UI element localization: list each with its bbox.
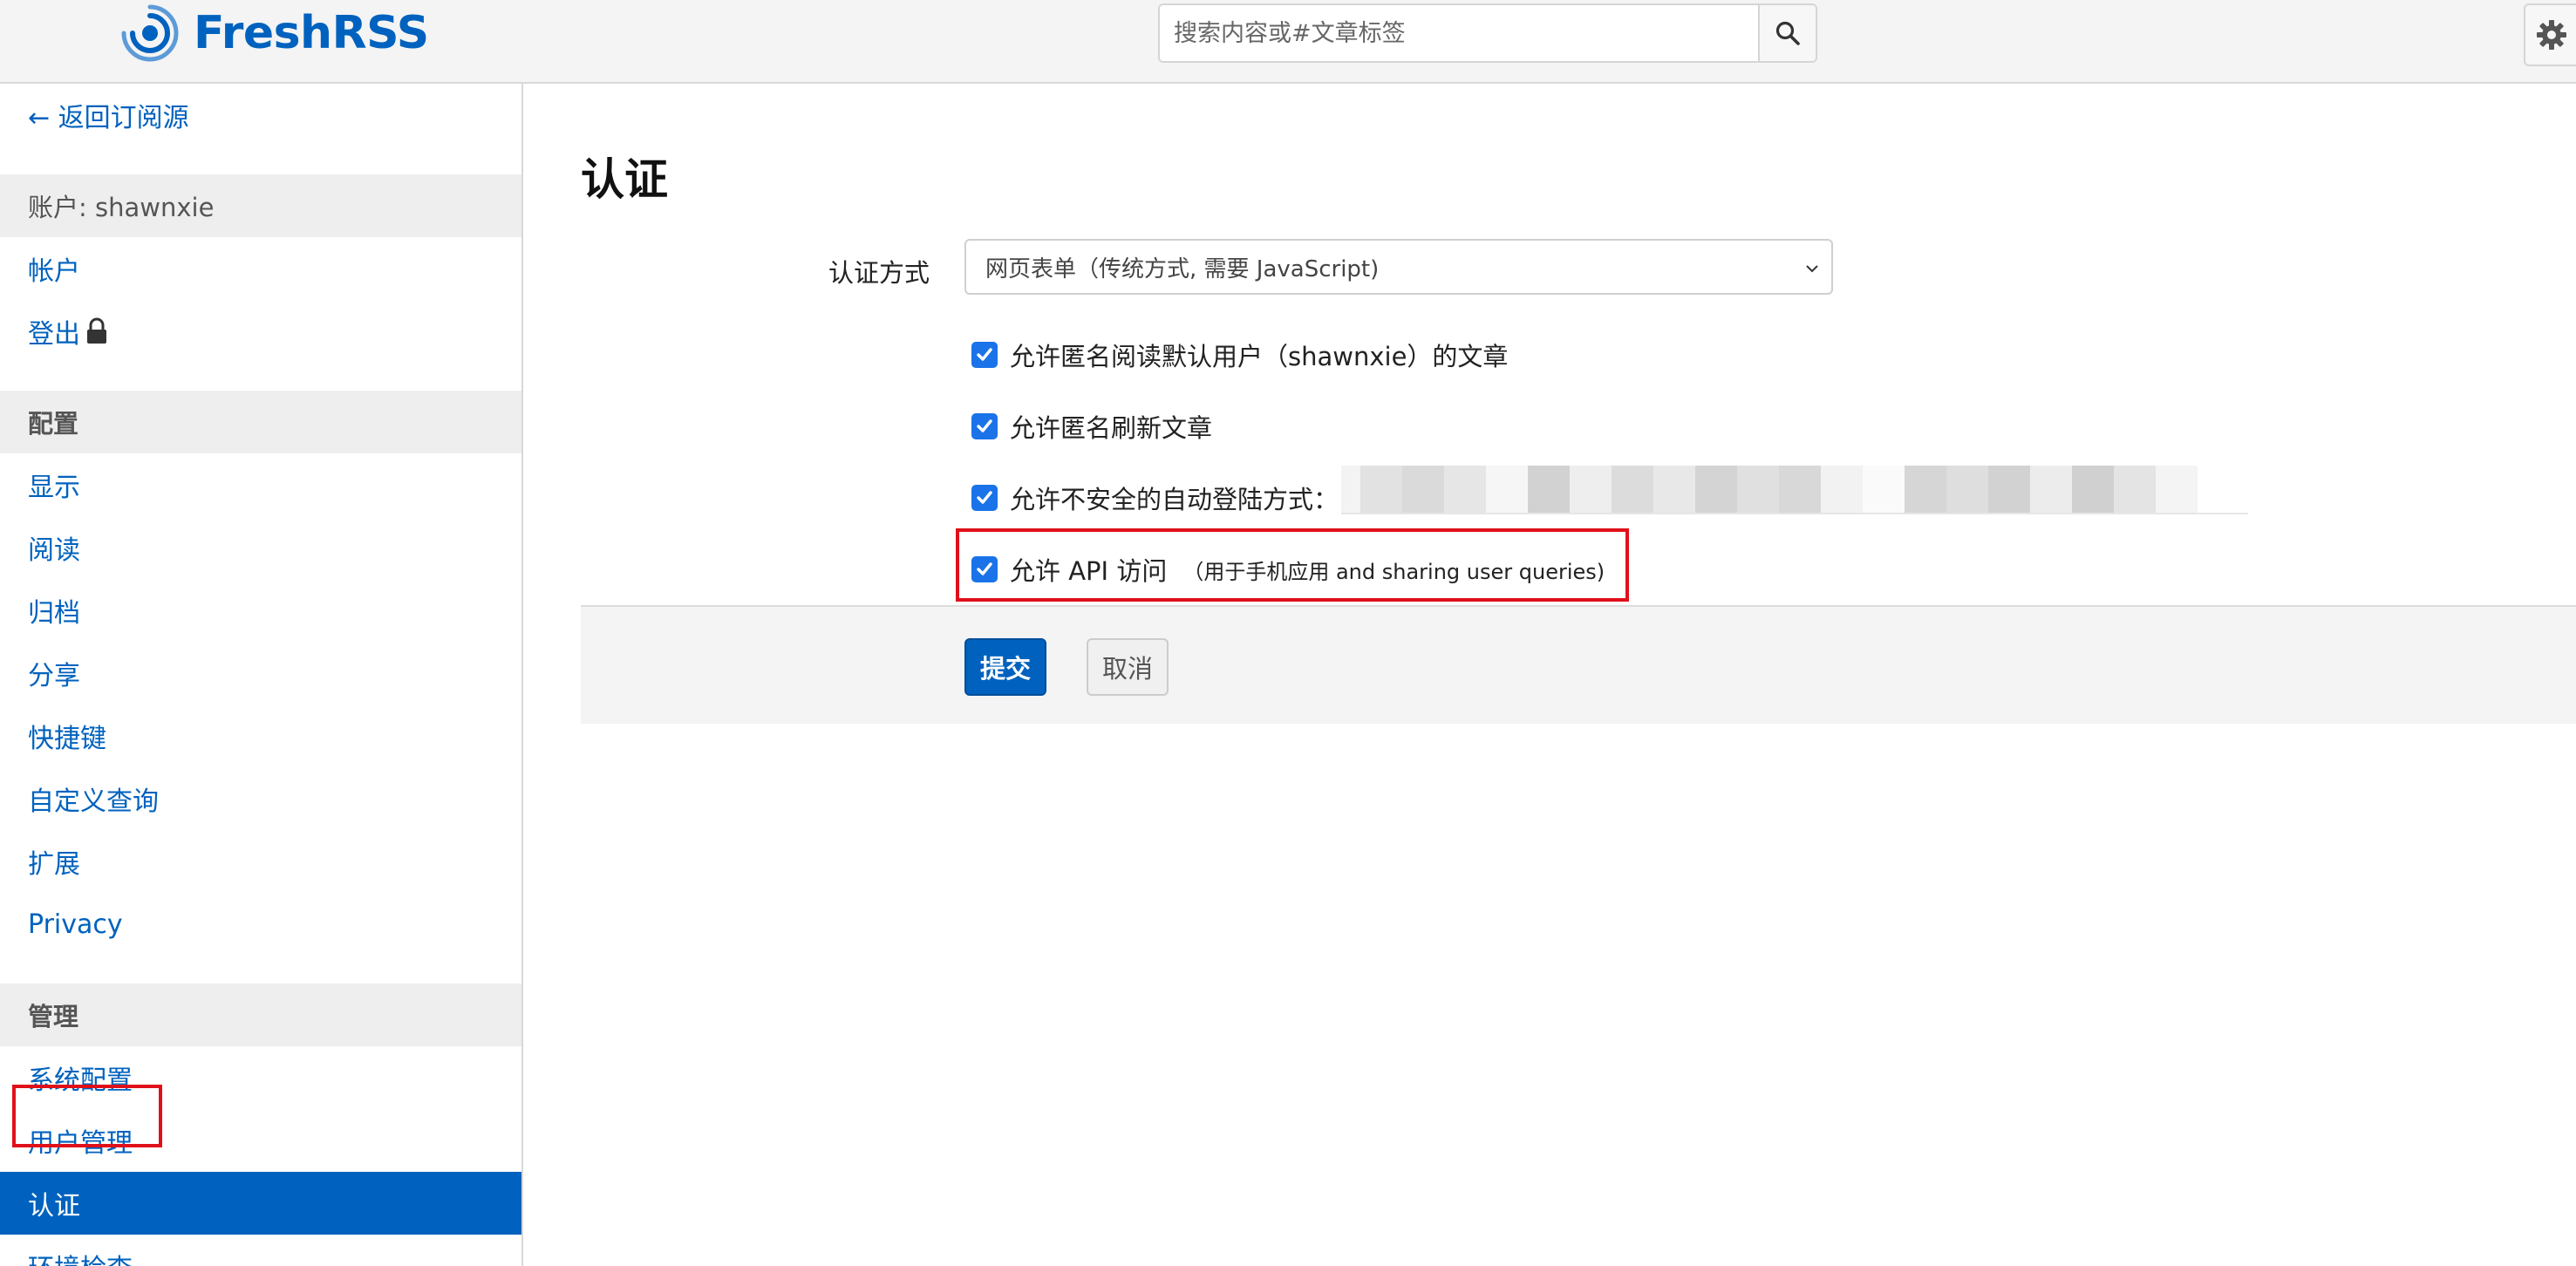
sidebar-item-auth[interactable]: 认证 [0,1172,521,1235]
sidebar-item-logout[interactable]: 登出 [0,300,521,363]
search-input[interactable] [1160,5,1758,61]
sidebar-item-shortcuts[interactable]: 快捷键 [0,704,521,767]
checkbox-label: 允许 API 访问 [1010,556,1168,586]
checkbox-checked[interactable] [971,556,998,582]
cancel-button[interactable]: 取消 [1087,638,1169,696]
form-actions-bar: 提交 取消 [581,605,2576,724]
logo-text: FreshRSS [194,7,429,59]
search-button[interactable] [1758,5,1816,61]
auth-method-select[interactable]: 网页表单（传统方式, 需要 JavaScript) [964,239,1833,295]
config-header: 配置 [0,391,521,453]
logo[interactable]: FreshRSS [120,3,429,63]
sidebar-item-check-install[interactable]: 环境检查 [0,1235,521,1266]
lock-icon [87,317,106,344]
checkbox-checked[interactable] [971,485,998,511]
submit-button[interactable]: 提交 [964,638,1046,696]
settings-button[interactable] [2524,3,2576,66]
checkbox-sublabel: （用于手机应用 and sharing user queries) [1182,559,1605,584]
search-bar [1158,3,1817,63]
checkbox-label: 允许不安全的自动登陆方式： [1010,485,1339,514]
check-icon [977,348,992,361]
sidebar: ← 返回订阅源 账户: shawnxie 帐户 登出 配置 显示 阅读 归档 分… [0,84,523,1266]
top-header: FreshRSS [0,0,2576,84]
page-title: 认证 [581,154,668,205]
back-to-feeds-link[interactable]: ← 返回订阅源 [0,84,521,146]
sidebar-item-system[interactable]: 系统配置 [0,1046,521,1109]
rss-logo-icon [121,4,179,62]
auth-method-label: 认证方式 [828,258,930,288]
sidebar-item-extensions[interactable]: 扩展 [0,830,521,893]
checkbox-label: 允许匿名阅读默认用户（shawnxie）的文章 [1010,342,1509,371]
checkbox-checked[interactable] [971,342,998,368]
sidebar-item-archiving[interactable]: 归档 [0,579,521,642]
sidebar-item-users[interactable]: 用户管理 [0,1109,521,1172]
sidebar-item-sharing[interactable]: 分享 [0,642,521,704]
chevron-down-icon [1806,265,1818,273]
sidebar-item-account[interactable]: 帐户 [0,237,521,300]
account-header: 账户: shawnxie [0,174,521,237]
unsafe-autologin-checkbox[interactable]: 允许不安全的自动登陆方式： [971,480,1339,516]
sidebar-item-privacy[interactable]: Privacy [0,893,521,956]
search-icon [1775,21,1800,45]
check-icon [977,419,992,432]
check-icon [977,562,992,575]
gear-icon [2537,20,2566,50]
sidebar-item-reading[interactable]: 阅读 [0,516,521,579]
check-icon [977,491,992,504]
checkbox-label: 允许匿名刷新文章 [1010,413,1213,443]
auth-method-value: 网页表单（传统方式, 需要 JavaScript) [985,255,1380,282]
sidebar-item-label: 登出 [28,319,80,350]
anon-read-checkbox[interactable]: 允许匿名阅读默认用户（shawnxie）的文章 [971,337,1508,373]
checkbox-checked[interactable] [971,413,998,439]
autologin-url-field-blurred[interactable] [1341,466,2248,514]
admin-header: 管理 [0,984,521,1046]
sidebar-item-queries[interactable]: 自定义查询 [0,767,521,830]
api-access-checkbox[interactable]: 允许 API 访问 （用于手机应用 and sharing user queri… [971,551,1605,588]
anon-refresh-checkbox[interactable]: 允许匿名刷新文章 [971,408,1212,445]
sidebar-item-display[interactable]: 显示 [0,453,521,516]
